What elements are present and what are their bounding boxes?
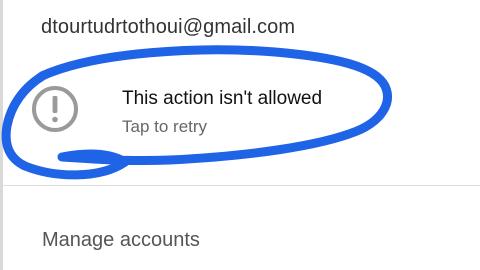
error-title: This action isn't allowed [122,88,323,109]
section-divider [0,185,480,186]
alert-circle-icon [32,86,78,132]
manage-accounts-item[interactable]: Manage accounts [42,229,200,252]
account-menu-screen: dtourtudrtothoui@gmail.com This action i… [0,0,480,270]
error-retry-row[interactable]: This action isn't allowed Tap to retry [0,70,480,160]
retry-text[interactable]: Tap to retry [122,117,207,137]
account-email: dtourtudrtothoui@gmail.com [41,16,296,38]
